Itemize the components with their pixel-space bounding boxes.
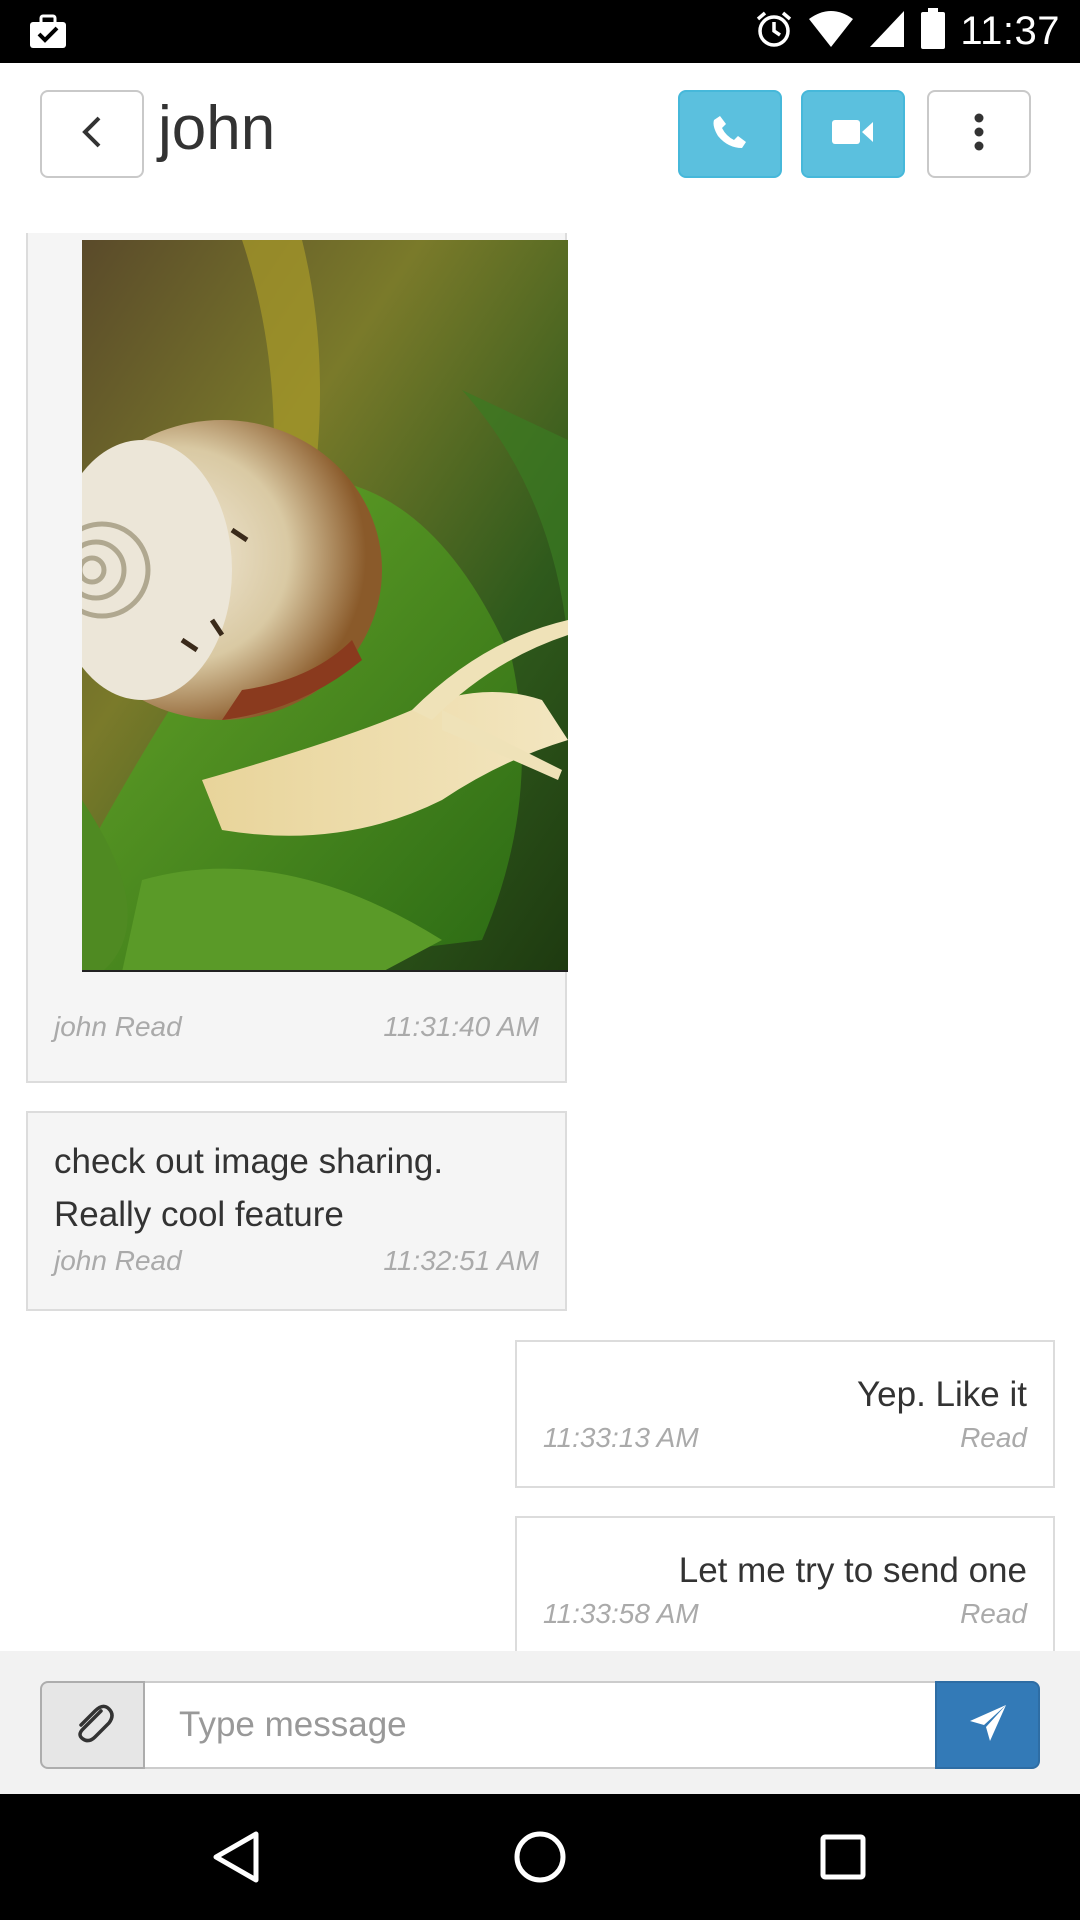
message-time: 11:33:58 AM [543,1598,699,1629]
message-sender-status: john Read [54,1245,182,1276]
message-text-line: Really cool feature [54,1195,344,1234]
paperclip-icon [71,1701,115,1750]
alarm-icon [754,9,794,54]
send-icon [968,1703,1008,1748]
message-time: 11:33:13 AM [543,1422,699,1453]
home-circle-icon[interactable] [507,1824,573,1890]
message-bubble-incoming: john Read 11:31:40 AM [26,233,568,1083]
message-text: Yep. Like it [857,1375,1027,1414]
voice-call-button[interactable] [678,90,782,178]
message-read-status: Read [960,1422,1027,1453]
battery-icon [920,8,946,55]
phone-icon [710,112,750,157]
message-text-line: check out image sharing. [54,1142,444,1181]
message-sender-status: john Read [54,1011,182,1042]
chevron-left-icon [77,112,107,157]
back-triangle-icon[interactable] [203,1824,269,1890]
more-options-button[interactable] [927,90,1031,178]
attach-button[interactable] [40,1681,145,1769]
message-bubble-incoming: check out image sharing. Really cool fea… [26,1111,567,1311]
signal-icon [868,9,906,54]
shared-image[interactable] [82,240,568,972]
back-button[interactable] [40,90,144,178]
message-bubble-outgoing: Let me try to send one 11:33:58 AM Read [515,1516,1055,1651]
status-time: 11:37 [960,9,1060,53]
wifi-icon [808,9,854,54]
message-text: check out image sharing. Really cool fea… [54,1135,443,1241]
briefcase-check-icon [28,12,68,52]
system-nav-bar [0,1794,1080,1920]
send-button[interactable] [935,1681,1040,1769]
message-list[interactable]: john Read 11:31:40 AM check out image sh… [0,233,1080,1651]
message-composer [0,1651,1080,1794]
video-camera-icon [832,117,874,152]
recents-square-icon[interactable] [810,1824,876,1890]
message-text: Let me try to send one [678,1551,1027,1590]
message-bubble-outgoing: Yep. Like it 11:33:13 AM Read [515,1340,1055,1488]
more-vertical-icon [973,112,985,157]
message-input[interactable] [145,1681,936,1769]
page-title: john [158,94,276,163]
message-time: 11:32:51 AM [383,1245,539,1276]
message-read-status: Read [960,1598,1027,1629]
video-call-button[interactable] [801,90,905,178]
status-bar: 11:37 [0,0,1080,63]
message-time: 11:31:40 AM [383,1011,539,1042]
chat-header: john [0,63,1080,233]
